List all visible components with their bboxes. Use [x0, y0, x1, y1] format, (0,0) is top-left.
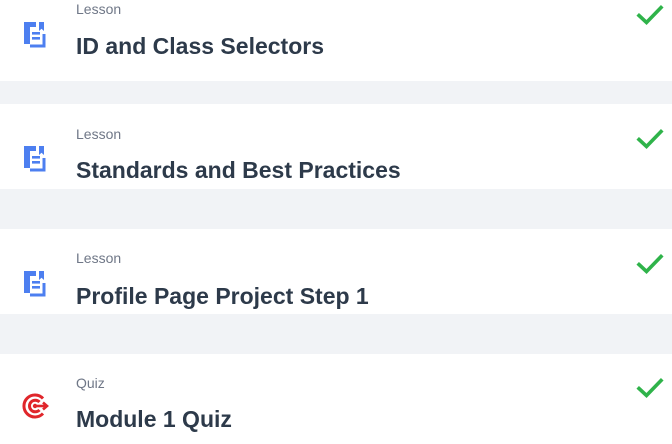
checkmark-icon: [636, 253, 664, 275]
checkmark-icon: [636, 128, 664, 150]
module-item-lesson-id-and-class-selectors[interactable]: Lesson ID and Class Selectors: [0, 0, 672, 81]
lesson-document-icon: [24, 146, 46, 172]
item-title[interactable]: Standards and Best Practices: [76, 156, 401, 184]
item-type-label: Quiz: [76, 375, 105, 391]
item-title[interactable]: Module 1 Quiz: [76, 405, 232, 433]
item-title[interactable]: Profile Page Project Step 1: [76, 282, 369, 310]
quiz-target-icon: [22, 393, 49, 419]
checkmark-icon: [636, 377, 664, 399]
lesson-document-icon: [24, 22, 46, 48]
module-item-list: Lesson ID and Class Selectors Lesson Sta…: [0, 0, 672, 444]
checkmark-icon: [636, 4, 664, 26]
item-title[interactable]: ID and Class Selectors: [76, 32, 324, 60]
item-type-label: Lesson: [76, 250, 122, 266]
module-item-lesson-standards-and-best-practices[interactable]: Lesson Standards and Best Practices: [0, 104, 672, 189]
lesson-document-icon: [24, 271, 46, 297]
module-item-lesson-profile-page-project-step-1[interactable]: Lesson Profile Page Project Step 1: [0, 229, 672, 314]
item-type-label: Lesson: [76, 1, 122, 17]
item-type-label: Lesson: [76, 126, 122, 142]
module-item-quiz-module-1-quiz[interactable]: Quiz Module 1 Quiz: [0, 354, 672, 444]
